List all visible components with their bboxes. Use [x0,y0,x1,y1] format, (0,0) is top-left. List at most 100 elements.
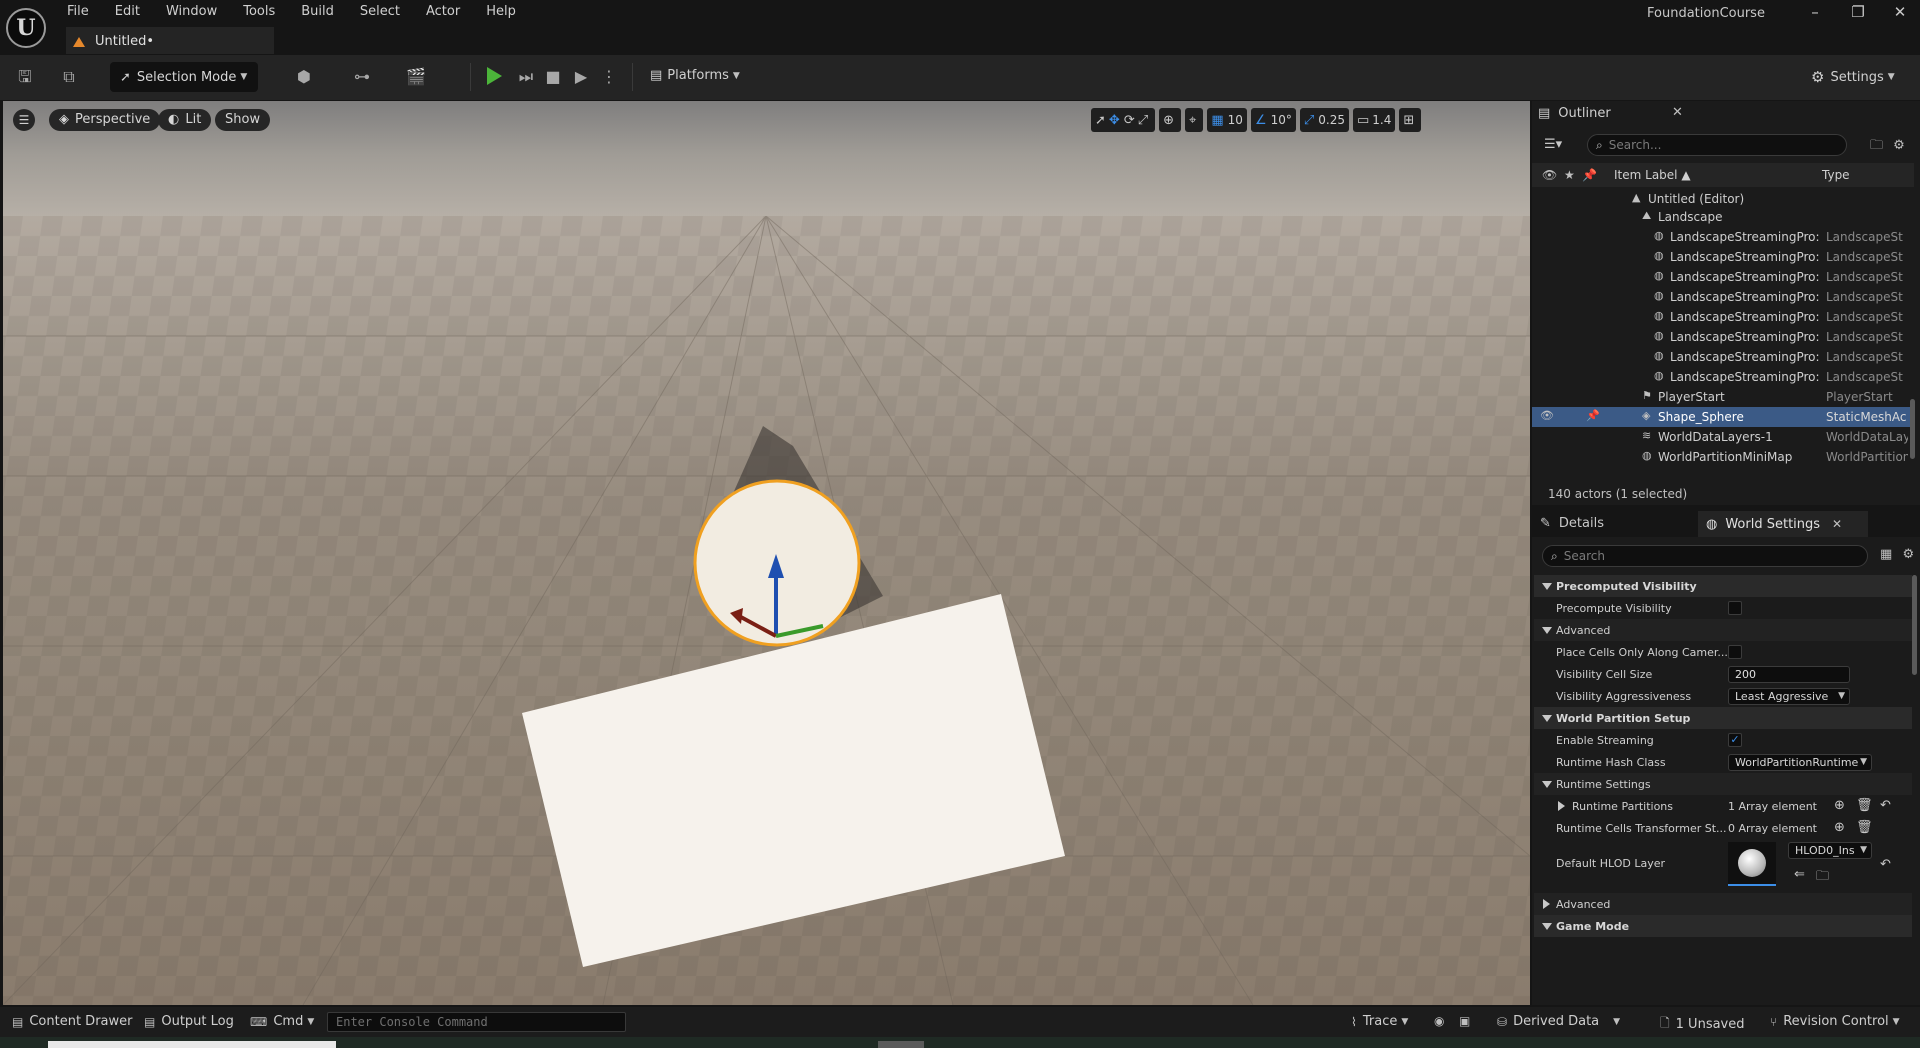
screenshot-icon[interactable]: ▣ [1459,1014,1476,1028]
world-settings-tab[interactable]: ◍ World Settings [1698,511,1868,537]
rotation-snap-toggle[interactable]: ∠ 10° [1250,108,1296,132]
trace-dropdown[interactable]: ⌇ Trace ▼ [1351,1014,1408,1029]
menu-tools[interactable]: Tools [230,3,288,21]
outliner-scrollbar[interactable] [1910,189,1916,469]
output-log-button[interactable]: ▤ Output Log [144,1014,234,1029]
list-item[interactable]: ⛰ Landscape [1532,207,1910,227]
add-folder-icon[interactable]: 🗀 [1870,138,1883,153]
show-button[interactable]: Show [215,109,271,131]
hlod-layer-thumbnail[interactable] [1728,842,1776,886]
unsaved-button[interactable]: 🗋 1 Unsaved [1660,1014,1745,1035]
play-options-icon[interactable]: ▶ [570,66,592,88]
save-icon[interactable]: 🖫 [14,66,36,88]
list-item[interactable]: ◍ LandscapeStreamingPro: LandscapeSt [1532,347,1910,367]
cmd-dropdown[interactable]: ⌨ Cmd ▼ [250,1014,314,1029]
scale-icon[interactable]: ⤢ [1138,113,1148,128]
subcategory-advanced-2[interactable]: Advanced [1534,893,1912,915]
taskbar-window[interactable] [48,1041,336,1048]
use-selected-icon[interactable]: ⇐ [1794,867,1805,882]
record-icon[interactable]: ◉ [1434,1014,1450,1028]
gear-icon[interactable]: ⚙ [1902,547,1914,562]
menu-select[interactable]: Select [347,3,413,21]
scale-snap-toggle[interactable]: ⤢ 0.25 [1299,108,1349,132]
details-scrollbar[interactable] [1912,575,1917,675]
perspective-button[interactable]: ◈ Perspective [49,109,161,131]
list-item[interactable]: ◍ LandscapeStreamingPro: LandscapeSt [1532,227,1910,247]
category-precomputed-visibility[interactable]: Precomputed Visibility [1534,575,1912,597]
selection-mode-dropdown[interactable]: ➚ Selection Mode ▼ [110,62,258,92]
viewport-options-icon[interactable]: ☰ [13,109,35,131]
filter-icon[interactable]: ☰▾ [1544,137,1562,152]
gear-icon[interactable]: ⚙ [1893,138,1905,153]
browse-asset-icon[interactable]: 🗀 [1816,867,1829,889]
details-tab[interactable]: ✎ Details [1540,516,1604,531]
trash-icon[interactable]: 🗑 [1856,820,1873,835]
derived-data-dropdown[interactable]: ⛁ Derived Data ▼ [1497,1014,1620,1029]
menu-edit[interactable]: Edit [102,3,153,21]
precompute-visibility-checkbox[interactable] [1728,601,1742,615]
close-icon[interactable]: ✕ [1832,517,1842,531]
subcategory-runtime-settings[interactable]: Runtime Settings [1534,773,1912,795]
surface-snap-icon[interactable]: ⌖ [1185,108,1204,132]
visibility-icon[interactable]: 👁 [1542,168,1557,182]
list-item[interactable]: ◍ LandscapeStreamingPro: LandscapeSt [1532,287,1910,307]
list-item[interactable]: ◍ LandscapeStreamingPro: LandscapeSt [1532,247,1910,267]
visibility-aggressiveness-dropdown[interactable]: Least Aggressive ▼ [1728,688,1850,705]
item-label-column[interactable]: Item Label ▲ [1614,168,1691,182]
unreal-logo-icon[interactable]: U [6,8,46,48]
restore-icon[interactable]: ❐ [1848,2,1868,22]
level-viewport[interactable]: ☰ ◈ Perspective ◐ Lit Show ➚ ✥ ⟳ ⤢ ⊕ ⌖ ▦… [3,101,1530,1005]
maximize-viewport-icon[interactable]: ⊞ [1399,108,1422,132]
close-icon[interactable]: ✕ [1672,105,1683,120]
stop-icon[interactable]: ■ [542,66,564,88]
add-element-icon[interactable]: ⊕ [1834,820,1845,835]
revision-control-dropdown[interactable]: ⑂ Revision Control ▼ [1770,1014,1900,1029]
visibility-cell-size-field[interactable]: 200 [1728,666,1850,683]
menu-actor[interactable]: Actor [413,3,473,21]
browse-content-icon[interactable]: ⧉ [58,66,80,88]
list-item[interactable]: ◍ LandscapeStreamingPro: LandscapeSt [1532,267,1910,287]
pin-icon[interactable]: 📌 [1582,168,1597,182]
visibility-icon[interactable]: 👁 [1540,410,1554,422]
list-item[interactable]: ◍ LandscapeStreamingPro: LandscapeSt [1532,367,1910,387]
list-item[interactable]: ▲ Untitled (Editor) [1532,189,1910,209]
more-options-icon[interactable]: ⋮ [598,66,620,88]
taskbar-item[interactable] [878,1041,924,1048]
place-cells-checkbox[interactable] [1728,645,1742,659]
list-item[interactable]: ◍ LandscapeStreamingPro: LandscapeSt [1532,327,1910,347]
star-icon[interactable]: ★ [1564,168,1575,182]
details-search-input[interactable]: ⌕ Search [1542,545,1868,567]
camera-speed-button[interactable]: ▭ 1.4 [1353,108,1396,132]
blueprint-icon[interactable]: ⊶ [351,66,373,88]
platforms-button[interactable]: ▤ Platforms ▼ [650,68,740,83]
table-row-selected[interactable]: 👁 📌 ◈ Shape_Sphere StaticMeshAc [1532,407,1910,427]
enable-streaming-checkbox[interactable]: ✓ [1728,733,1742,747]
reset-icon[interactable]: ↶ [1880,798,1891,813]
menu-file[interactable]: File [62,3,102,21]
pin-icon[interactable]: 📌 [1586,410,1600,422]
coordinate-space-icon[interactable]: ⊕ [1159,108,1182,132]
content-drawer-button[interactable]: ▤ Content Drawer [12,1014,132,1029]
cinematics-icon[interactable]: 🎬 [405,66,427,88]
translate-icon[interactable]: ✥ [1109,113,1120,128]
grid-snap-toggle[interactable]: ▦ 10 [1207,108,1247,132]
settings-button[interactable]: ⚙ Settings ▼ [1811,68,1895,86]
play-icon[interactable] [487,67,502,85]
step-icon[interactable]: ⏭ [515,66,537,88]
property-runtime-partitions[interactable]: Runtime Partitions 1 Array element ⊕ 🗑 ↶ [1534,795,1912,817]
menu-window[interactable]: Window [153,3,230,21]
minimize-icon[interactable]: – [1805,2,1825,22]
menu-help[interactable]: Help [473,3,529,21]
rotate-icon[interactable]: ⟳ [1124,113,1135,128]
document-tab[interactable]: Untitled• [66,27,274,54]
list-item[interactable]: ⚑ PlayerStart PlayerStart [1532,387,1910,407]
select-mode-icon[interactable]: ➚ [1095,113,1106,128]
add-element-icon[interactable]: ⊕ [1834,798,1845,813]
list-item[interactable]: ◍ WorldPartitionMiniMap WorldPartition [1532,447,1910,467]
runtime-hash-class-dropdown[interactable]: WorldPartitionRuntime ▼ [1728,754,1872,771]
outliner-search-input[interactable]: ⌕ Search... [1587,134,1847,156]
category-game-mode[interactable]: Game Mode [1534,915,1912,937]
hlod-layer-dropdown[interactable]: HLOD0_Ins ▼ [1788,842,1872,859]
view-mode-button[interactable]: ◐ Lit [158,109,212,131]
outliner-tab[interactable]: ▤ Outliner [1538,101,1611,125]
